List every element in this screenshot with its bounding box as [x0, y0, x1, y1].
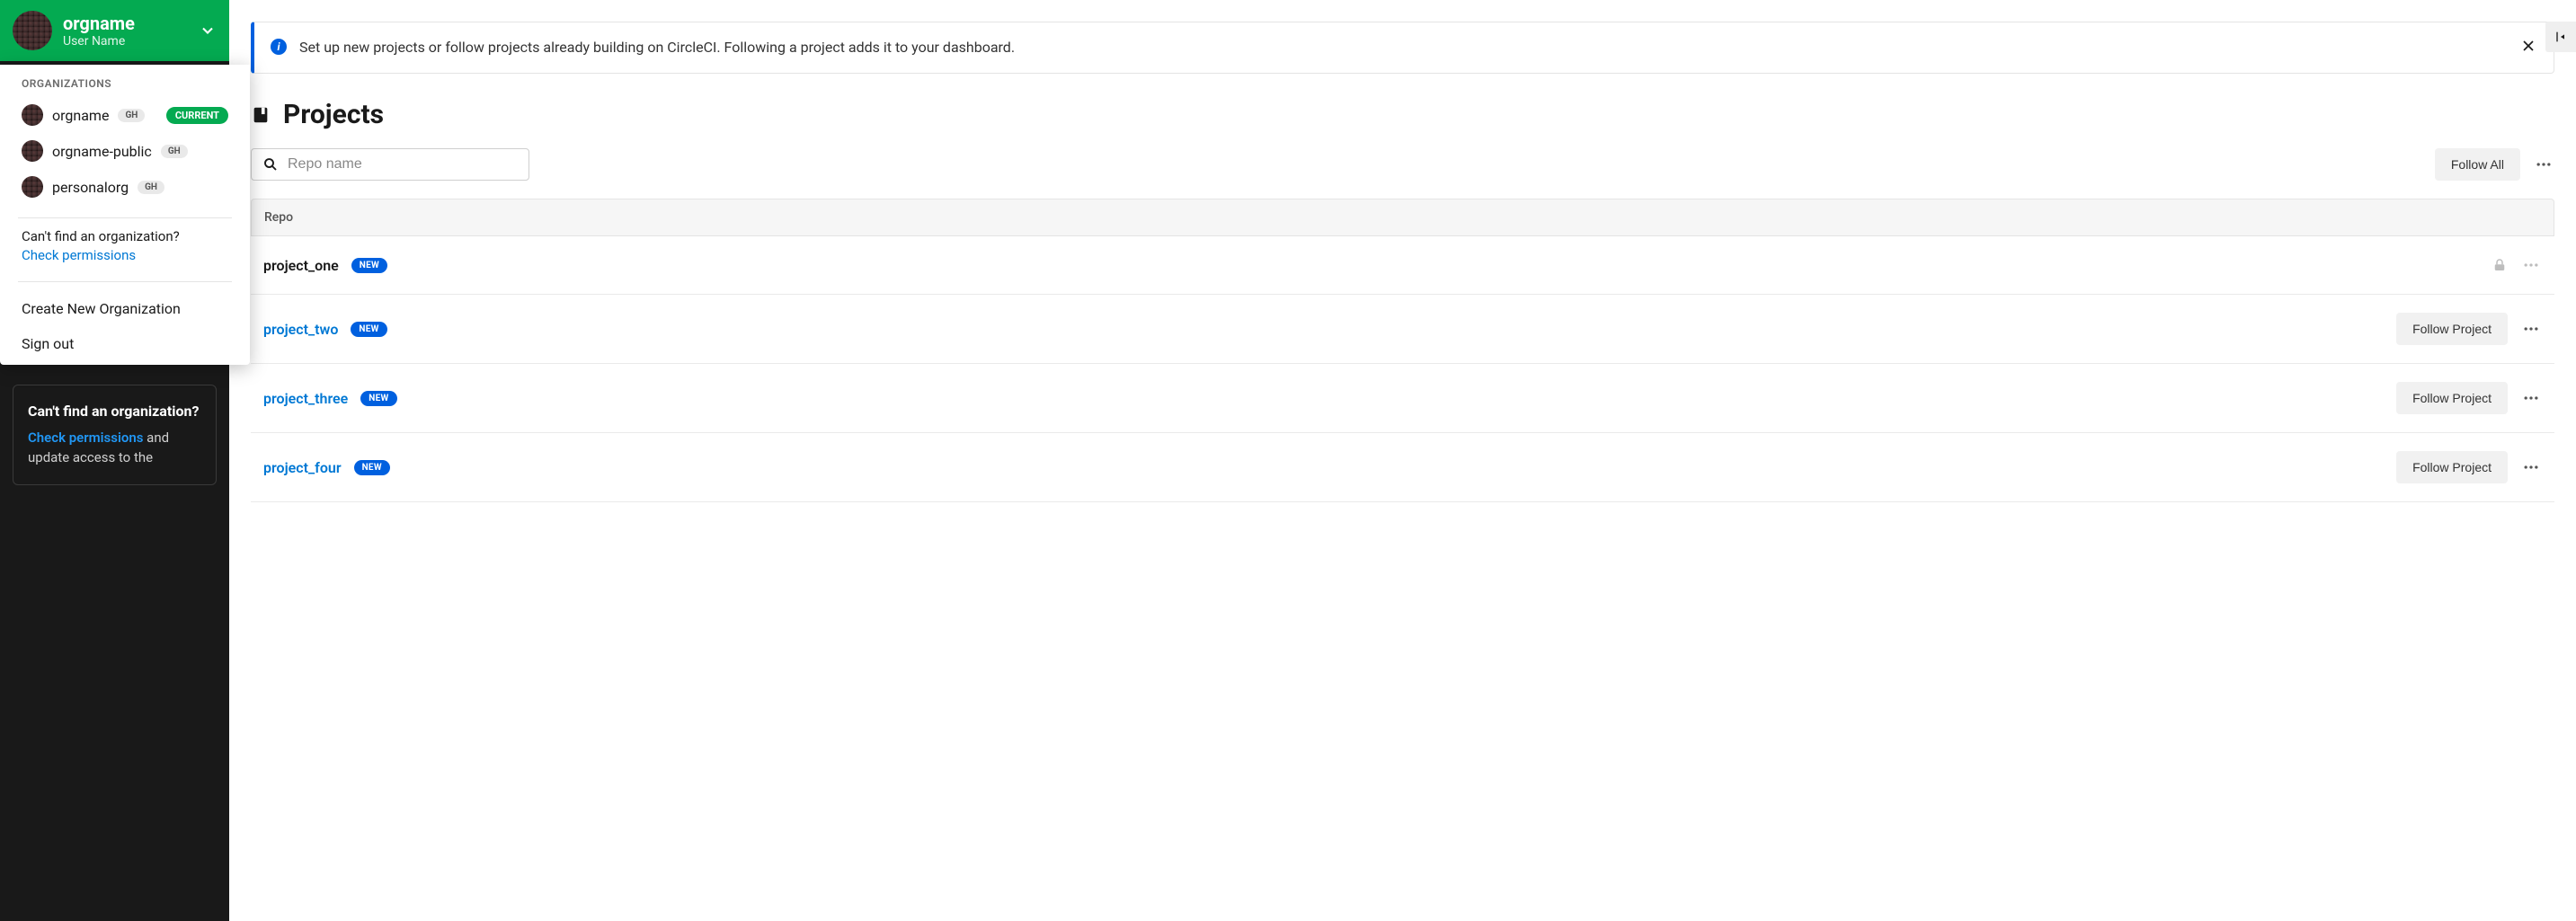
info-banner-text: Set up new projects or follow projects a… [299, 37, 2507, 58]
project-name: project_one [263, 257, 339, 274]
page-title: Projects [283, 99, 384, 130]
project-name[interactable]: project_two [263, 321, 338, 338]
provider-badge: GH [161, 145, 188, 158]
sidebar-card-title: Can't find an organization? [28, 402, 201, 421]
dropdown-divider [18, 281, 232, 282]
org-avatar-small [22, 104, 43, 126]
new-badge: NEW [360, 391, 396, 406]
org-avatar-small [22, 176, 43, 198]
sidebar-card-body: Check permissions and update access to t… [28, 429, 201, 468]
org-item-label: orgname-public [52, 143, 152, 160]
org-item[interactable]: orgname GH CURRENT [22, 97, 228, 133]
row-more-button[interactable] [2520, 456, 2542, 478]
toolbar: Follow All [251, 148, 2554, 181]
search-icon [262, 156, 279, 173]
org-switcher-button[interactable]: orgname User Name [0, 0, 229, 61]
org-item[interactable]: orgname-public GH [22, 133, 228, 169]
provider-badge: GH [118, 109, 145, 122]
org-item-label: personalorg [52, 179, 129, 196]
row-more-button[interactable] [2520, 387, 2542, 409]
lock-icon [2492, 257, 2508, 273]
collapse-panel-button[interactable] [2545, 22, 2576, 52]
org-dropdown-panel: ORGANIZATIONS orgname GH CURRENT orgname-pu… [0, 65, 250, 365]
check-permissions-link[interactable]: Check permissions [22, 247, 136, 263]
new-badge: NEW [354, 460, 390, 475]
project-name[interactable]: project_four [263, 459, 342, 476]
org-avatar [13, 11, 52, 50]
project-row: project_two NEW Follow Project [251, 295, 2554, 364]
sidebar-help-card: Can't find an organization? Check permis… [13, 385, 217, 485]
follow-project-button[interactable]: Follow Project [2396, 451, 2508, 483]
table-header-repo: Repo [251, 199, 2554, 236]
sidebar-card-link[interactable]: Check permissions [28, 430, 143, 446]
info-icon: i [271, 39, 287, 55]
chevron-down-icon [199, 22, 217, 40]
sign-out-action[interactable]: Sign out [0, 326, 250, 361]
follow-all-button[interactable]: Follow All [2435, 148, 2520, 181]
org-item[interactable]: personalorg GH [22, 169, 228, 205]
cant-find-org-text: Can't find an organization? [22, 227, 228, 246]
user-name-label: User Name [63, 34, 188, 49]
new-badge: NEW [351, 322, 386, 337]
follow-project-button[interactable]: Follow Project [2396, 382, 2508, 414]
dropdown-divider [18, 217, 232, 218]
row-more-button[interactable] [2520, 318, 2542, 340]
provider-badge: GH [138, 181, 164, 194]
toolbar-more-button[interactable] [2533, 154, 2554, 175]
new-badge: NEW [351, 258, 387, 273]
org-item-label: orgname [52, 107, 109, 124]
follow-project-button[interactable]: Follow Project [2396, 313, 2508, 345]
create-new-org-action[interactable]: Create New Organization [0, 291, 250, 326]
page-title-row: Projects [251, 99, 2554, 130]
row-more-button[interactable] [2520, 254, 2542, 276]
org-header-text: orgname User Name [63, 13, 188, 49]
org-name-label: orgname [63, 13, 188, 34]
search-wrap [251, 148, 529, 181]
search-input[interactable] [288, 156, 518, 173]
project-row: project_one NEW [251, 236, 2554, 295]
project-name[interactable]: project_three [263, 390, 348, 407]
close-icon[interactable] [2519, 37, 2537, 55]
dropdown-heading: ORGANIZATIONS [22, 77, 228, 97]
project-row: project_three NEW Follow Project [251, 364, 2554, 433]
project-row: project_four NEW Follow Project [251, 433, 2554, 502]
sidebar: orgname User Name ORGANIZATIONS orgname G… [0, 0, 229, 921]
current-badge: CURRENT [166, 107, 228, 124]
bookmark-icon [251, 105, 271, 125]
main-content: i Set up new projects or follow projects… [229, 0, 2576, 921]
org-avatar-small [22, 140, 43, 162]
info-banner: i Set up new projects or follow projects… [251, 22, 2554, 74]
